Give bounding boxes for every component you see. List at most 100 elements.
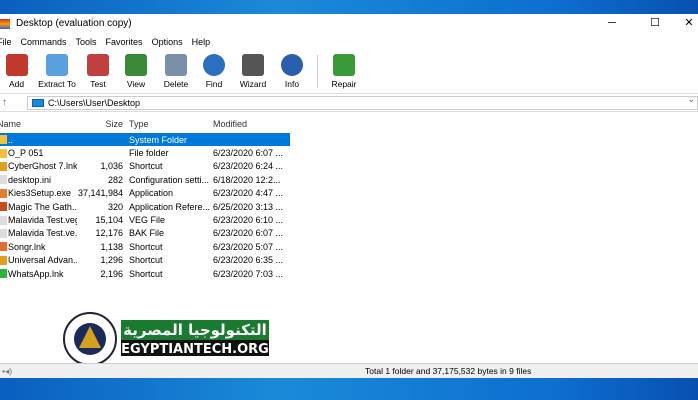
file-type: Configuration setti... (129, 174, 210, 185)
file-modified: 6/23/2020 6:35 ... (213, 255, 284, 266)
toolbar-repair-button[interactable]: Repair (324, 50, 364, 93)
file-name: Malavida Test.veg (8, 215, 77, 226)
svg-text:EGYPTIANTECH.ORG: EGYPTIANTECH.ORG (121, 342, 269, 357)
file-size: 37,141,984 (77, 188, 123, 199)
menu-commands[interactable]: Commands (21, 37, 67, 47)
column-size[interactable]: Size (77, 119, 129, 129)
file-type: Shortcut (129, 255, 163, 266)
menu-file[interactable]: File (0, 37, 12, 47)
toolbar-label: Extract To (38, 79, 76, 89)
toolbar-label: Delete (163, 79, 189, 89)
toolbar-extract-to-button[interactable]: Extract To (33, 50, 81, 93)
file-modified: 6/23/2020 5:07 ... (213, 241, 284, 252)
file-icon (0, 175, 7, 185)
file-type: BAK File (129, 228, 165, 239)
file-name: Kies3Setup.exe (8, 188, 72, 199)
menu-tools[interactable]: Tools (76, 37, 97, 47)
file-row[interactable]: Universal Advan... 1,296 Shortcut 6/23/2… (0, 254, 290, 267)
file-modified: 6/18/2020 12:2... (213, 174, 281, 185)
toolbar-label: Test (90, 79, 106, 89)
file-modified: 6/23/2020 6:10 ... (213, 215, 284, 226)
file-icon (0, 148, 7, 158)
file-size: 15,104 (95, 215, 123, 226)
winrar-window: Desktop (evaluation copy) ─ ☐ ✕ File Comm… (0, 14, 698, 378)
menu-help[interactable]: Help (192, 37, 211, 47)
file-row[interactable]: Malavida Test.veg 15,104 VEG File 6/23/2… (0, 213, 290, 226)
window-title: Desktop (evaluation copy) (16, 18, 132, 29)
minimize-button[interactable]: ─ (595, 14, 629, 33)
file-name: Magic The Gath... (8, 201, 77, 212)
file-icon (0, 255, 7, 265)
file-icon (0, 188, 7, 198)
path-text: C:\Users\User\Desktop (48, 98, 141, 108)
file-modified: 6/25/2020 3:13 ... (213, 201, 284, 212)
file-size: 1,296 (100, 255, 123, 266)
file-modified: 6/23/2020 6:24 ... (213, 161, 284, 172)
computer-icon (32, 99, 44, 107)
egyptiantech-watermark: التكنولوجيا المصرية EGYPTIANTECH.ORG (61, 310, 271, 368)
menu-options[interactable]: Options (152, 37, 183, 47)
toolbar: Add Extract To Test View Delete Find Wizard Inf… (0, 50, 698, 93)
file-row[interactable]: WhatsApp.lnk 2,196 Shortcut 6/23/2020 7:… (0, 267, 290, 280)
add-archive-icon (5, 54, 28, 76)
toolbar-label: Repair (331, 79, 357, 89)
file-size: 2,196 (100, 268, 123, 279)
file-modified: 6/23/2020 6:07 ... (213, 148, 284, 159)
close-button[interactable]: ✕ (672, 14, 698, 33)
info-icon (281, 54, 303, 76)
file-row[interactable]: .. System Folder (0, 133, 290, 147)
toolbar-find-button[interactable]: Find (195, 50, 233, 93)
file-type: Shortcut (129, 241, 163, 252)
folder-extract-icon (46, 54, 68, 76)
path-field[interactable]: C:\Users\User\Desktop ⌄ (27, 94, 698, 110)
file-row[interactable]: CyberGhost 7.lnk 1,036 Shortcut 6/23/202… (0, 160, 290, 173)
toolbar-label: View (126, 79, 146, 89)
file-name: WhatsApp.lnk (8, 268, 64, 279)
menu-favorites[interactable]: Favorites (106, 37, 143, 47)
toolbar-label: Find (205, 79, 223, 89)
file-modified: 6/23/2020 4:47 ... (213, 188, 284, 199)
file-type: System Folder (129, 134, 188, 145)
file-type: File folder (129, 148, 169, 159)
menu-bar: File Commands Tools Favorites Options Help (0, 33, 210, 50)
column-name[interactable]: Name (0, 119, 77, 129)
trash-icon (165, 54, 187, 76)
file-row[interactable]: desktop.ini 282 Configuration setti... 6… (0, 173, 290, 186)
toolbar-delete-button[interactable]: Delete (157, 50, 195, 93)
file-modified: 6/23/2020 7:03 ... (213, 268, 284, 279)
file-icon (0, 215, 7, 225)
file-row[interactable]: Malavida Test.ve... 12,176 BAK File 6/23… (0, 227, 290, 240)
file-row[interactable]: O_P 051 File folder 6/23/2020 6:07 ... (0, 146, 290, 159)
maximize-button[interactable]: ☐ (638, 14, 672, 33)
file-name: O_P 051 (8, 148, 44, 159)
column-modified[interactable]: Modified (213, 119, 290, 129)
file-name: Malavida Test.ve... (8, 228, 77, 239)
status-summary: Total 1 folder and 37,175,532 bytes in 9… (365, 366, 532, 376)
column-type[interactable]: Type (129, 119, 213, 129)
file-row[interactable]: Kies3Setup.exe 37,141,984 Application 6/… (0, 187, 290, 200)
toolbar-add-button[interactable]: Add (0, 50, 33, 93)
file-name: .. (8, 134, 14, 145)
address-bar: ↑ C:\Users\User\Desktop ⌄ (0, 93, 698, 112)
file-size: 1,036 (100, 161, 123, 172)
toolbar-test-button[interactable]: Test (81, 50, 115, 93)
file-row[interactable]: Songr.lnk 1,138 Shortcut 6/23/2020 5:07 … (0, 240, 290, 253)
magnifier-icon (203, 54, 225, 76)
toolbar-info-button[interactable]: Info (273, 50, 311, 93)
svg-text:التكنولوجيا المصرية: التكنولوجيا المصرية (123, 321, 267, 339)
file-row[interactable]: Magic The Gath... 320 Application Refere… (0, 200, 290, 213)
file-size: 282 (107, 174, 123, 185)
file-size: 12,176 (95, 228, 123, 239)
toolbar-label: Info (284, 79, 300, 89)
toolbar-label: Wizard (239, 79, 267, 89)
list-header: Name Size Type Modified (0, 115, 290, 133)
toolbar-view-button[interactable]: View (115, 50, 157, 93)
winrar-icon (0, 18, 10, 29)
up-arrow-icon[interactable]: ↑ (2, 97, 7, 108)
file-icon (0, 242, 7, 252)
chevron-down-icon[interactable]: ⌄ (687, 94, 695, 105)
toolbar-label: Add (8, 79, 25, 89)
file-name: CyberGhost 7.lnk (8, 161, 77, 172)
file-name: desktop.ini (8, 174, 52, 185)
toolbar-wizard-button[interactable]: Wizard (233, 50, 273, 93)
